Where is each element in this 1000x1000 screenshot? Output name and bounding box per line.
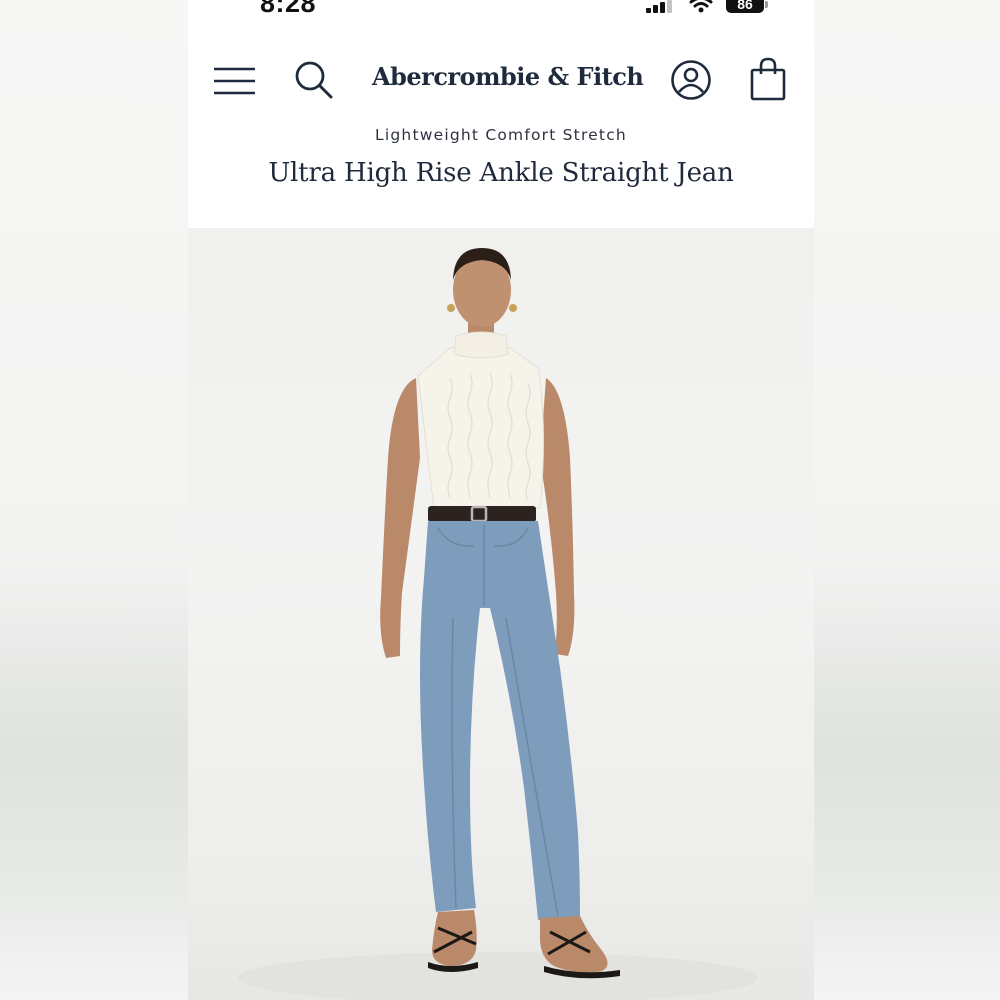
product-image[interactable] xyxy=(188,228,814,1000)
left-earring xyxy=(447,304,455,312)
left-foot xyxy=(432,910,477,966)
site-header: Abercrombie & Fitch Lightweight Comfort … xyxy=(188,36,814,228)
status-bar: 8:28 86 xyxy=(188,0,814,36)
battery-tip xyxy=(765,1,768,8)
product-title: Ultra High Rise Ankle Straight Jean xyxy=(268,158,734,188)
battery-level: 86 xyxy=(726,0,764,13)
battery-icon: 86 xyxy=(726,0,770,14)
mock-neck xyxy=(453,331,509,359)
hamburger-menu-icon[interactable] xyxy=(213,65,257,97)
right-earring xyxy=(509,304,517,312)
floor-shadow xyxy=(238,952,758,1000)
account-icon[interactable] xyxy=(670,59,712,101)
search-icon[interactable] xyxy=(294,60,334,100)
product-subtitle: Lightweight Comfort Stretch xyxy=(375,126,627,144)
status-time: 8:28 xyxy=(260,0,317,18)
phone-screen: 8:28 86 Abercrombie & Fitch Lightweight … xyxy=(188,0,814,1000)
left-arm xyxy=(380,378,420,658)
model-illustration xyxy=(238,248,758,1000)
wifi-icon xyxy=(689,0,713,13)
belt xyxy=(428,506,536,522)
cellular-signal-icon xyxy=(646,0,672,13)
sleeveless-top xyxy=(417,343,545,509)
brand-logo[interactable]: Abercrombie & Fitch xyxy=(372,62,644,91)
shopping-bag-icon[interactable] xyxy=(749,57,787,101)
